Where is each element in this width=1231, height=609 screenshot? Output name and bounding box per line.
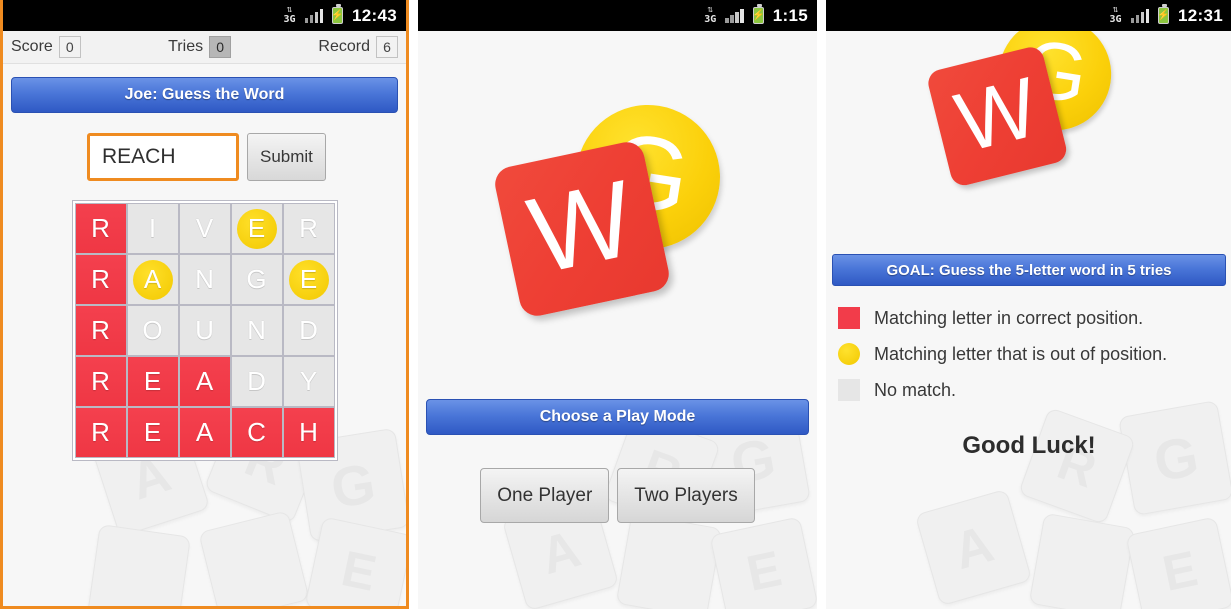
tries-value: 0 <box>209 36 232 58</box>
grid-cell: A <box>178 407 231 458</box>
grey-swatch-icon <box>838 379 860 401</box>
status-bar: ⇅ 3G ⚡ 12:43 <box>3 0 406 31</box>
grid-cell: E <box>126 356 179 407</box>
grid-cell: N <box>230 305 283 356</box>
score-value: 0 <box>58 36 81 58</box>
battery-charging-icon: ⚡ <box>1157 4 1170 24</box>
watermark-tile: E <box>709 516 817 609</box>
app-logo: G W <box>925 9 1120 197</box>
signal-bars-icon <box>1130 8 1150 23</box>
stats-row: Score 0 Tries 0 Record 6 <box>3 31 406 64</box>
status-bar-clock: 12:31 <box>1178 5 1223 25</box>
3g-updown-icon: ⇅ 3G <box>704 6 717 25</box>
play-mode-buttons: One Player Two Players <box>418 468 817 523</box>
legend-label: Matching letter in correct position. <box>874 307 1144 328</box>
app-logo: G W <box>491 94 736 335</box>
grid-cell: O <box>126 305 179 356</box>
good-luck-message: Good Luck! <box>962 432 1096 459</box>
grid-cell: R <box>282 203 335 254</box>
legend-item: Matching letter that is out of position. <box>838 336 1228 372</box>
legend-label: No match. <box>874 379 957 400</box>
score-stat: Score 0 <box>11 36 81 58</box>
grid-cell: N <box>178 254 231 305</box>
grid-cell: A <box>126 254 179 305</box>
watermark-tile: E <box>1125 516 1231 609</box>
yellow-swatch-icon <box>838 343 860 365</box>
red-swatch-icon <box>838 307 860 329</box>
grid-cell: I <box>126 203 179 254</box>
menu-title-bar: Choose a Play Mode <box>426 399 809 435</box>
legend-item: Matching letter in correct position. <box>838 300 1228 336</box>
legend-label: Matching letter that is out of position. <box>874 343 1168 364</box>
watermark-tile: R <box>1018 407 1136 525</box>
grid-cell: E <box>126 407 179 458</box>
grid-cell: R <box>74 356 127 407</box>
legend-list: Matching letter in correct position. Mat… <box>838 300 1228 408</box>
3g-updown-icon: ⇅ 3G <box>1109 6 1122 25</box>
guess-grid-wrapper: R I V E R R A N G E R O U N D R E A D Y <box>3 200 406 461</box>
tries-stat: Tries 0 <box>81 36 319 58</box>
watermark-tile <box>87 524 191 606</box>
panel-help-screen: ⇅ 3G ⚡ 12:31 G R A E G W GOAL: Guess the… <box>826 0 1231 609</box>
status-bar: ⇅ 3G ⚡ 1:15 <box>418 0 817 31</box>
phone-screenshot-strip: ⇅ 3G ⚡ 12:43 A R G E Score 0 Tries 0 Rec… <box>0 0 1231 609</box>
one-player-button[interactable]: One Player <box>480 468 610 523</box>
watermark-tile <box>198 510 310 606</box>
grid-cell: R <box>74 305 127 356</box>
goal-bar: GOAL: Guess the 5-letter word in 5 tries <box>832 254 1226 286</box>
panel-gap <box>817 0 826 609</box>
game-title-bar: Joe: Guess the Word <box>11 77 398 113</box>
signal-bars-icon <box>304 8 324 23</box>
panel-game-screen: ⇅ 3G ⚡ 12:43 A R G E Score 0 Tries 0 Rec… <box>0 0 409 609</box>
record-label: Record <box>318 38 370 55</box>
signal-bars-icon <box>725 8 744 23</box>
watermark-tile: E <box>304 516 406 606</box>
3g-updown-icon: ⇅ 3G <box>283 6 296 25</box>
panel-gap <box>409 0 418 609</box>
legend-item: No match. <box>838 372 1228 408</box>
submit-button[interactable]: Submit <box>247 133 326 181</box>
status-bar: ⇅ 3G ⚡ 12:31 <box>826 0 1231 31</box>
grid-cell: R <box>74 254 127 305</box>
grid-cell: E <box>230 203 283 254</box>
grid-cell: G <box>230 254 283 305</box>
guess-input[interactable]: REACH <box>87 133 239 181</box>
watermark-tile <box>615 512 723 609</box>
grid-cell: E <box>282 254 335 305</box>
logo-tile-w: W <box>491 138 673 320</box>
record-value: 6 <box>376 36 398 58</box>
grid-cell: A <box>178 356 231 407</box>
grid-cell: R <box>74 203 127 254</box>
guess-entry-row: REACH Submit <box>3 133 406 181</box>
grid-cell: D <box>230 356 283 407</box>
grid-cell: U <box>178 305 231 356</box>
grid-cell: R <box>74 407 127 458</box>
guess-grid: R I V E R R A N G E R O U N D R E A D Y <box>71 200 338 461</box>
grid-cell: Y <box>282 356 335 407</box>
two-players-button[interactable]: Two Players <box>617 468 755 523</box>
grid-cell: V <box>178 203 231 254</box>
status-bar-clock: 12:43 <box>352 5 397 25</box>
record-stat: Record 6 <box>318 36 398 58</box>
grid-cell: D <box>282 305 335 356</box>
score-label: Score <box>11 38 53 55</box>
tries-label: Tries <box>168 38 204 55</box>
grid-cell: C <box>230 407 283 458</box>
grid-cell: H <box>282 407 335 458</box>
panel-menu-screen: ⇅ 3G ⚡ 1:15 G R A E G W Choose a Play Mo… <box>418 0 817 609</box>
battery-charging-icon: ⚡ <box>331 4 344 24</box>
battery-charging-icon: ⚡ <box>752 4 765 24</box>
watermark-tile <box>1028 512 1136 609</box>
status-bar-clock: 1:15 <box>772 5 808 25</box>
watermark-tile: A <box>914 488 1033 607</box>
